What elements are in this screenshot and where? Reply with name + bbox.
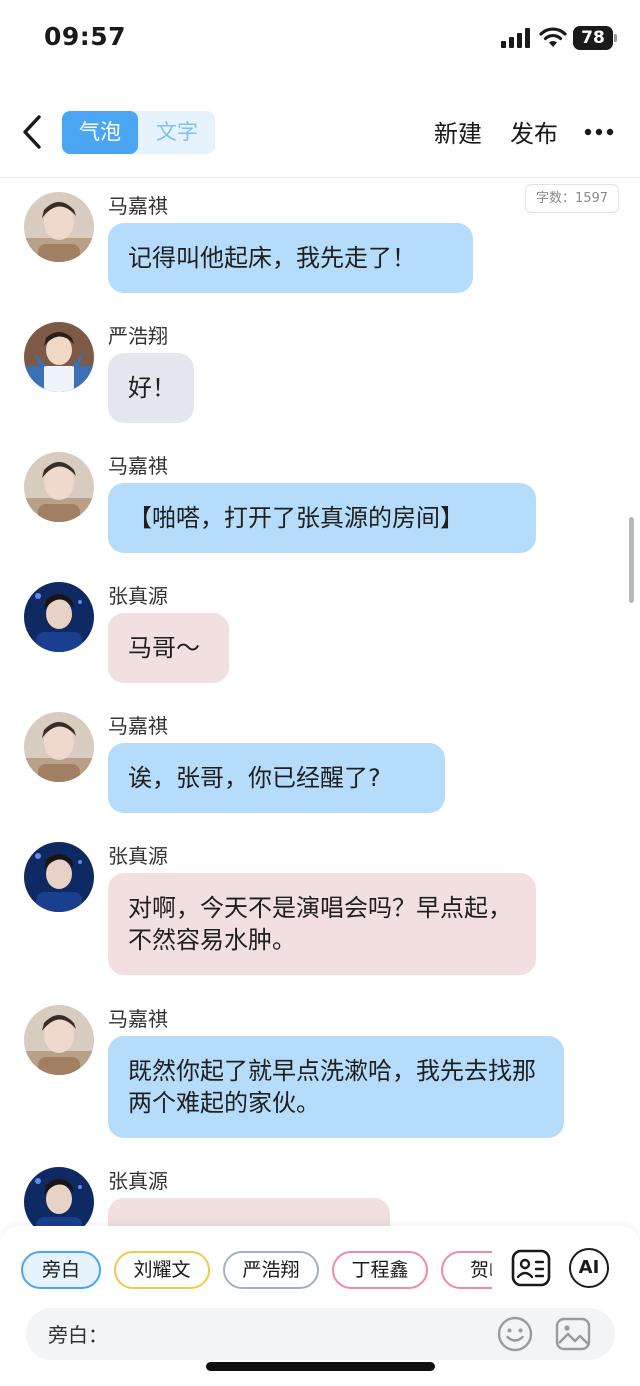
battery-indicator: 78 [573, 26, 617, 50]
sender-name: 马嘉祺 [108, 1007, 168, 1031]
message-bubble[interactable]: 既然你起了就早点洗漱哈，我先去找那两个难起的家伙。 [108, 1036, 564, 1138]
avatar[interactable] [24, 192, 94, 262]
role-chip[interactable]: 贺峻 [441, 1251, 492, 1289]
avatar[interactable] [24, 712, 94, 782]
publish-button[interactable]: 发布 [510, 114, 558, 149]
message-bubble[interactable]: 对啊，今天不是演唱会吗？早点起，不然容易水肿。 [108, 873, 536, 975]
ai-button[interactable]: AI [569, 1248, 609, 1288]
scrollbar[interactable] [629, 517, 634, 603]
word-count-badge: 字数：1597 [525, 184, 619, 213]
status-bar: 09:57 78 [0, 0, 640, 80]
role-chip[interactable]: 刘耀文 [114, 1251, 210, 1289]
new-button[interactable]: 新建 [434, 114, 482, 149]
image-icon[interactable] [554, 1315, 592, 1353]
avatar[interactable] [24, 452, 94, 522]
avatar[interactable] [24, 842, 94, 912]
tab-bubble[interactable]: 气泡 [62, 111, 138, 154]
role-chip-list: 旁白 刘耀文 严浩翔 丁程鑫 贺峻 [0, 1250, 492, 1290]
sender-name: 张真源 [108, 1169, 168, 1193]
avatar[interactable] [24, 582, 94, 652]
role-card-icon[interactable] [511, 1248, 551, 1288]
status-time: 09:57 [44, 22, 127, 51]
message-input[interactable] [112, 1314, 502, 1354]
message-bubble[interactable]: 记得叫他起床，我先走了！ [108, 223, 473, 293]
role-chip-narrator[interactable]: 旁白 [21, 1251, 101, 1289]
tab-text[interactable]: 文字 [139, 111, 215, 154]
input-bar: 旁白： [26, 1308, 615, 1360]
mode-toggle: 气泡 文字 [62, 111, 215, 154]
more-icon[interactable] [584, 128, 614, 136]
emoji-icon[interactable] [496, 1315, 534, 1353]
sender-name: 张真源 [108, 844, 168, 868]
message-bubble[interactable]: 好！ [108, 353, 194, 423]
message-bubble[interactable]: 诶，张哥，你已经醒了? [108, 743, 445, 813]
sender-name: 马嘉祺 [108, 454, 168, 478]
avatar[interactable] [24, 322, 94, 392]
avatar[interactable] [24, 1005, 94, 1075]
top-nav: 气泡 文字 新建 发布 [0, 100, 640, 178]
role-chip[interactable]: 严浩翔 [223, 1251, 319, 1289]
sender-name: 马嘉祺 [108, 714, 168, 738]
role-chip[interactable]: 丁程鑫 [332, 1251, 428, 1289]
sender-name: 严浩翔 [108, 324, 168, 348]
home-indicator [206, 1362, 435, 1371]
battery-level: 78 [573, 26, 613, 50]
sender-name: 张真源 [108, 584, 168, 608]
input-role-prefix: 旁白： [48, 1323, 108, 1347]
battery-cap [614, 34, 617, 42]
message-bubble[interactable]: 【啪嗒，打开了张真源的房间】 [108, 483, 536, 553]
sender-name: 马嘉祺 [108, 194, 168, 218]
signal-icon [501, 28, 530, 48]
message-bubble[interactable]: 马哥～ [108, 613, 229, 683]
back-icon[interactable] [18, 112, 48, 152]
wifi-icon [539, 27, 567, 47]
